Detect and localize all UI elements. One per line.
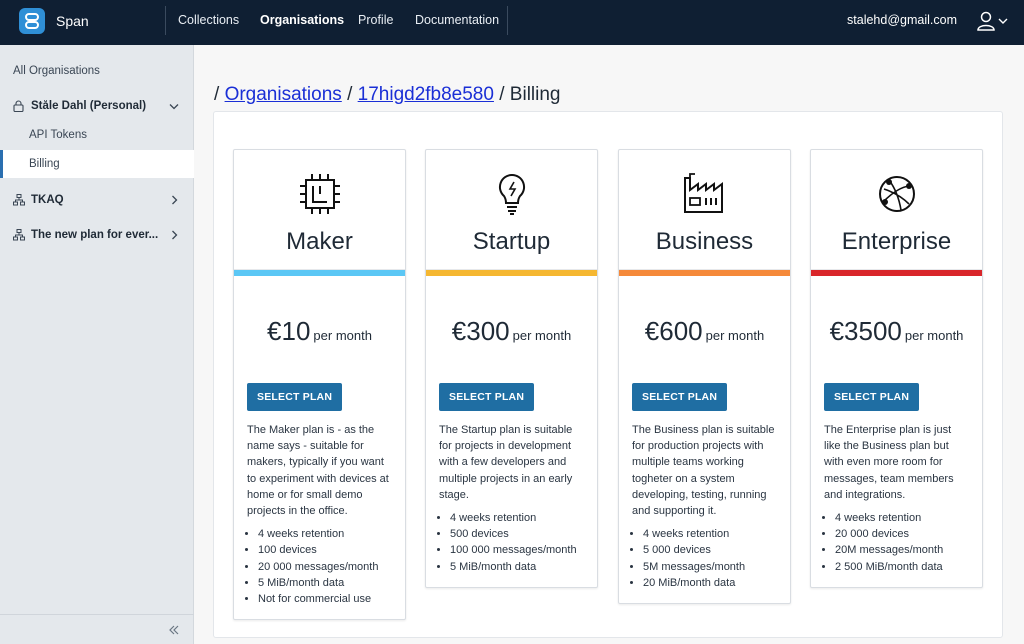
breadcrumb-current: Billing (509, 84, 561, 105)
plan-feature: 20 MiB/month data (643, 575, 780, 591)
nav-profile[interactable]: Profile (358, 13, 393, 27)
plan-feature: 500 devices (450, 526, 587, 542)
collapse-sidebar-icon[interactable] (168, 622, 180, 640)
top-navbar: Span Collections Organisations Profile D… (0, 0, 1024, 45)
breadcrumb-separator: / (499, 84, 505, 105)
plan-name: Startup (472, 228, 551, 255)
plan-price-period: per month (904, 328, 964, 343)
plan-description: The Enterprise plan is just like the Bus… (824, 424, 954, 501)
select-plan-button[interactable]: SELECT PLAN (247, 383, 343, 411)
plan-features: 4 weeks retention 100 devices 20 000 mes… (258, 526, 395, 607)
chip-icon (234, 172, 405, 216)
plan-feature: 4 weeks retention (643, 526, 780, 542)
plan-feature: 5 MiB/month data (258, 575, 395, 591)
user-email: stalehd@gmail.com (847, 13, 957, 27)
brand-name[interactable]: Span (56, 13, 89, 29)
breadcrumb-separator: / (214, 84, 220, 105)
sidebar-org-label: Ståle Dahl (Personal) (31, 100, 147, 112)
plan-price-amount: €600 (644, 316, 703, 346)
plan-name: Maker (286, 228, 353, 255)
plan-price: €600 per month (619, 316, 790, 347)
plan-card-header: Business (619, 150, 790, 270)
plan-features: 4 weeks retention 5 000 devices 5M messa… (643, 526, 780, 591)
breadcrumb-separator: / (347, 84, 353, 105)
plan-feature: 2 500 MiB/month data (835, 559, 972, 575)
plan-feature: 5 MiB/month data (450, 559, 587, 575)
plan-card-maker: Maker €10 per month SELECT PLAN The Maker… (233, 149, 406, 621)
plan-description: The Business plan is suitable for produc… (632, 424, 775, 518)
nav-divider (507, 6, 508, 35)
plan-feature: 100 devices (258, 542, 395, 558)
plan-name: Business (655, 228, 754, 255)
plan-card-enterprise: Enterprise €3500 per month SELECT PLAN Th… (810, 149, 983, 588)
plan-color-stripe (619, 270, 790, 276)
plan-price-period: per month (313, 328, 372, 343)
chevron-right-icon[interactable] (164, 195, 184, 205)
plan-color-stripe (426, 270, 597, 276)
plan-card-header: Maker (234, 150, 405, 270)
plan-card-business: Business €600 per month SELECT PLAN The B… (618, 149, 791, 605)
plan-feature: 4 weeks retention (450, 510, 587, 526)
sidebar-all-organisations[interactable]: All Organisations (13, 65, 100, 77)
span-logo-icon[interactable] (19, 8, 45, 34)
chevron-down-icon (998, 18, 1008, 24)
globe-network-icon (811, 172, 982, 216)
plan-price-period: per month (512, 328, 572, 343)
plan-price-amount: €10 (267, 316, 311, 346)
plan-feature: 20 000 devices (835, 526, 972, 542)
lightbulb-icon (426, 172, 597, 216)
plan-description: The Startup plan is suitable for project… (439, 424, 573, 501)
breadcrumb-organisations-link[interactable]: Organisations (225, 84, 342, 105)
sidebar-org-tkaq[interactable]: TKAQ (0, 186, 194, 214)
plan-description: The Maker plan is - as the name says - s… (247, 424, 389, 518)
breadcrumb-org-link[interactable]: 17higd2fb8e580 (358, 84, 494, 105)
org-icon (13, 229, 27, 241)
user-menu[interactable] (976, 10, 1008, 32)
plan-feature: 20M messages/month (835, 542, 972, 558)
plan-feature: 5M messages/month (643, 559, 780, 575)
org-icon (13, 194, 27, 206)
select-plan-button[interactable]: SELECT PLAN (439, 383, 535, 411)
chevron-down-icon[interactable] (164, 103, 184, 110)
plan-price-amount: €3500 (829, 316, 902, 346)
plan-card-header: Startup (426, 150, 597, 270)
chevron-right-icon[interactable] (164, 230, 184, 240)
plan-price-amount: €300 (451, 316, 510, 346)
plan-feature: Not for commercial use (258, 591, 395, 607)
plan-color-stripe (234, 270, 405, 276)
plan-card-header: Enterprise (811, 150, 982, 270)
plan-price: €300 per month (426, 316, 597, 347)
nav-collections[interactable]: Collections (178, 13, 239, 27)
plan-name: Enterprise (841, 228, 952, 255)
sidebar-org-label: The new plan for ever... (31, 229, 159, 241)
lock-icon (13, 100, 27, 112)
plan-feature: 4 weeks retention (835, 510, 972, 526)
plan-feature: 20 000 messages/month (258, 559, 395, 575)
plan-price-period: per month (705, 328, 765, 343)
sidebar: All Organisations Ståle Dahl (Personal) … (0, 45, 194, 644)
nav-documentation[interactable]: Documentation (415, 13, 499, 27)
plan-features: 4 weeks retention 500 devices 100 000 me… (450, 510, 587, 575)
plan-feature: 100 000 messages/month (450, 542, 587, 558)
select-plan-button[interactable]: SELECT PLAN (824, 383, 920, 411)
sidebar-org-new-plan[interactable]: The new plan for ever... (0, 221, 194, 249)
plan-features: 4 weeks retention 20 000 devices 20M mes… (835, 510, 972, 575)
nav-divider (165, 6, 166, 35)
plan-card-startup: Startup €300 per month SELECT PLAN The St… (425, 149, 598, 588)
plan-price: €3500 per month (811, 316, 982, 347)
plan-feature: 5 000 devices (643, 542, 780, 558)
sidebar-footer (0, 614, 194, 644)
plan-color-stripe (811, 270, 982, 276)
factory-icon (619, 172, 790, 216)
breadcrumb: / Organisations / 17higd2fb8e580 / Billi… (214, 84, 561, 106)
user-icon (977, 11, 995, 31)
plan-price: €10 per month (234, 316, 405, 347)
sidebar-item-api-tokens[interactable]: API Tokens (0, 121, 194, 149)
nav-organisations[interactable]: Organisations (260, 13, 344, 27)
sidebar-org-label: TKAQ (31, 194, 64, 206)
select-plan-button[interactable]: SELECT PLAN (632, 383, 728, 411)
plan-feature: 4 weeks retention (258, 526, 395, 542)
sidebar-org-personal[interactable]: Ståle Dahl (Personal) (0, 92, 194, 120)
sidebar-item-billing[interactable]: Billing (0, 150, 194, 178)
